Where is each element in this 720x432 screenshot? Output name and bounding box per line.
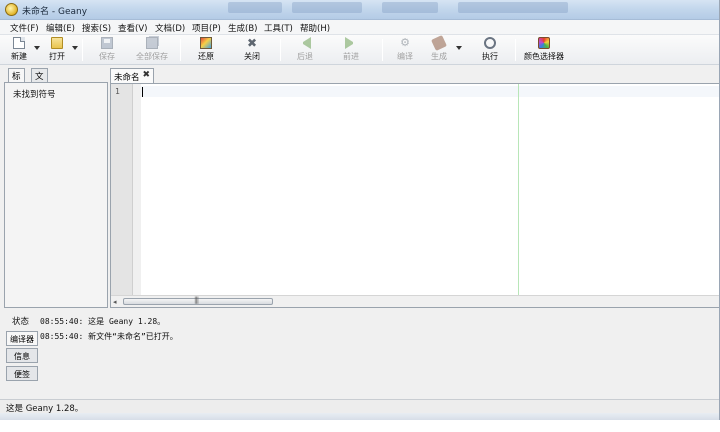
execute-gear-icon — [484, 37, 496, 49]
menu-view[interactable]: 查看(V) — [118, 22, 147, 34]
menu-file[interactable]: 文件(F) — [10, 22, 39, 34]
menu-bar: 文件(F) 编辑(E) 搜索(S) 查看(V) 文档(D) 项目(P) 生成(B… — [0, 20, 719, 35]
scrollbar-thumb[interactable]: ||| — [123, 296, 273, 305]
menu-build[interactable]: 生成(B) — [228, 22, 257, 34]
line-number-gutter: 1 — [111, 84, 133, 295]
save-all-button-label: 全部保存 — [136, 52, 168, 61]
save-button[interactable]: 保存 — [82, 36, 132, 64]
tab-documents[interactable]: 文档 — [31, 68, 48, 94]
window-bottom-edge — [0, 413, 719, 420]
forward-arrow-icon — [345, 37, 357, 49]
horizontal-scrollbar[interactable]: ◂ ||| — [111, 295, 719, 307]
build-button[interactable]: 生成 — [414, 35, 464, 64]
long-line-marker — [518, 84, 519, 295]
no-symbols-message: 未找到符号 — [13, 90, 56, 100]
background-tab — [292, 2, 362, 13]
forward-button-label: 前进 — [343, 52, 359, 61]
build-button-label: 生成 — [431, 52, 447, 61]
geany-window: 未命名 - Geany 文件(F) 编辑(E) 搜索(S) 查看(V) 文档(D… — [0, 0, 720, 420]
compile-icon: ⚙ — [400, 36, 410, 49]
tab-symbols[interactable]: 标记 — [8, 68, 25, 94]
window-title: 未命名 - Geany — [22, 7, 88, 17]
background-tab — [382, 2, 438, 13]
close-button-label: 关闭 — [244, 52, 260, 61]
background-tab — [458, 2, 568, 13]
revert-button-label: 还原 — [198, 52, 214, 61]
save-button-label: 保存 — [99, 52, 115, 61]
fold-margin — [133, 84, 141, 295]
line-number: 1 — [115, 87, 120, 96]
open-button-label: 打开 — [49, 52, 65, 61]
title-bar: 未命名 - Geany — [0, 0, 719, 20]
forward-button[interactable]: 前进 — [326, 36, 376, 64]
message-window: 状态 编译器 信息 便签 08:55:40: 这是 Geany 1.28。 08… — [4, 310, 716, 398]
code-editor[interactable]: 1 ◂ ||| — [110, 83, 719, 308]
current-line-highlight — [141, 86, 719, 97]
status-log: 08:55:40: 这是 Geany 1.28。 08:55:40: 新文件“未… — [40, 310, 716, 398]
menu-edit[interactable]: 编辑(E) — [46, 22, 75, 34]
back-button-label: 后退 — [297, 52, 313, 61]
back-arrow-icon — [299, 37, 311, 49]
color-chooser-button[interactable]: 颜色选择器 — [518, 36, 570, 64]
symbols-panel: 未找到符号 — [4, 82, 108, 308]
open-button[interactable]: 打开 — [32, 36, 82, 64]
new-file-icon — [13, 37, 25, 49]
scroll-left-arrow-icon[interactable]: ◂ — [113, 298, 117, 306]
menu-project[interactable]: 项目(P) — [192, 22, 221, 34]
tab-scribble[interactable]: 便签 — [6, 366, 38, 381]
menu-search[interactable]: 搜索(S) — [82, 22, 111, 34]
save-all-icon — [146, 37, 158, 49]
scrollbar-grip: ||| — [194, 296, 199, 304]
menu-document[interactable]: 文档(D) — [155, 22, 185, 34]
color-palette-icon — [538, 37, 550, 49]
status-bar: 这是 Geany 1.28。 — [0, 399, 719, 414]
log-line: 08:55:40: 这是 Geany 1.28。 — [40, 317, 166, 326]
menu-tools[interactable]: 工具(T) — [264, 22, 293, 34]
text-caret — [142, 87, 143, 97]
tab-status[interactable]: 状态 — [12, 315, 29, 327]
editor-area: 未命名 ✖ 1 ◂ ||| — [110, 68, 719, 308]
document-tab[interactable]: 未命名 ✖ — [110, 68, 154, 83]
toolbar: 新建 打开 保存 全部保存 还原 ✖ 关闭 后退 前进 ⚙ 编译 生成 执行 颜… — [0, 35, 719, 65]
back-button[interactable]: 后退 — [280, 36, 330, 64]
tab-messages[interactable]: 信息 — [6, 348, 38, 363]
close-icon: ✖ — [246, 36, 258, 50]
build-dropdown-arrow-icon[interactable] — [456, 46, 462, 50]
menu-help[interactable]: 帮助(H) — [300, 22, 330, 34]
log-line: 08:55:40: 新文件“未命名”已打开。 — [40, 332, 178, 341]
save-all-button[interactable]: 全部保存 — [127, 36, 177, 64]
toolbar-separator — [515, 39, 516, 61]
document-tab-label: 未命名 — [114, 73, 140, 83]
execute-button[interactable]: 执行 — [465, 36, 515, 64]
background-tab — [228, 2, 282, 13]
color-chooser-button-label: 颜色选择器 — [524, 52, 564, 61]
build-brick-icon — [431, 35, 447, 51]
sidebar: 标记 文档 未找到符号 — [4, 68, 108, 308]
execute-button-label: 执行 — [482, 52, 498, 61]
save-icon — [101, 37, 113, 49]
revert-icon — [200, 37, 212, 49]
open-dropdown-arrow-icon[interactable] — [72, 46, 78, 50]
tab-close-icon[interactable]: ✖ — [142, 70, 150, 80]
tab-compiler[interactable]: 编译器 — [6, 331, 38, 346]
geany-app-icon — [5, 3, 18, 16]
open-folder-icon — [51, 37, 63, 49]
revert-button[interactable]: 还原 — [181, 36, 231, 64]
close-button[interactable]: ✖ 关闭 — [227, 36, 277, 64]
